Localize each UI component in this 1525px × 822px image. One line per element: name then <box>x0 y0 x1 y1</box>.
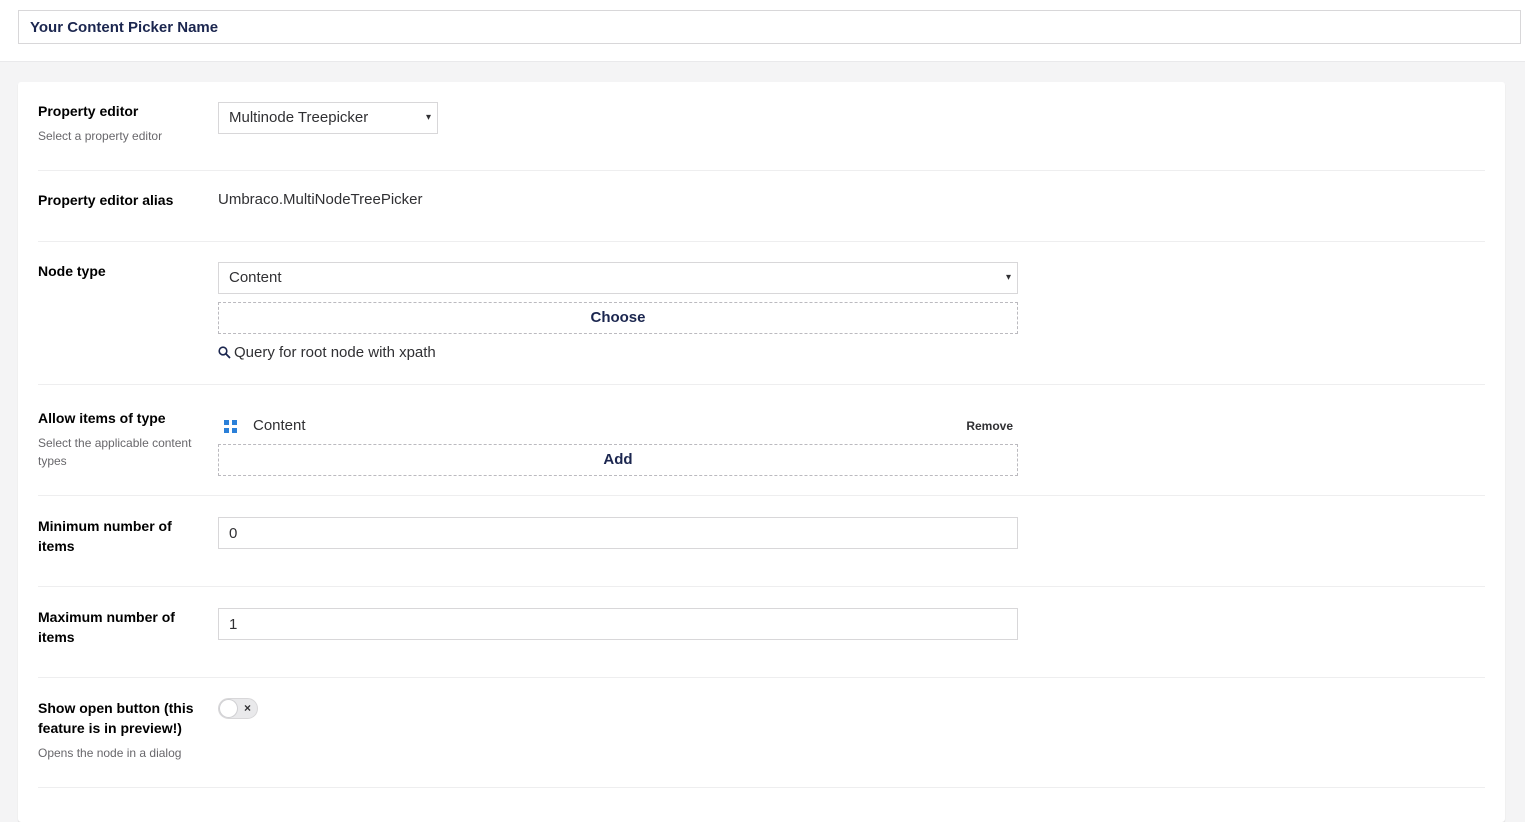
chevron-down-icon: ▾ <box>425 112 431 123</box>
remove-button[interactable]: Remove <box>966 415 1013 437</box>
close-icon: × <box>243 701 251 715</box>
chevron-down-icon: ▾ <box>1005 272 1011 283</box>
divider <box>38 384 1485 385</box>
add-button[interactable]: Add <box>218 444 1018 476</box>
property-editor-select[interactable]: Multinode Treepicker ▾ <box>218 102 438 134</box>
node-type-selected: Content <box>229 269 282 286</box>
query-xpath-label: Query for root node with xpath <box>234 344 436 361</box>
divider <box>38 170 1485 171</box>
divider <box>38 787 1485 788</box>
allowed-type-item: Content Remove <box>218 415 1018 437</box>
choose-button[interactable]: Choose <box>218 302 1018 334</box>
settings-panel: Property editor Select a property editor… <box>18 82 1505 822</box>
property-editor-selected: Multinode Treepicker <box>229 109 369 126</box>
node-type-select[interactable]: Content ▾ <box>218 262 1018 294</box>
query-xpath-link[interactable]: Query for root node with xpath <box>218 343 436 363</box>
divider <box>38 586 1485 587</box>
node-type-label: Node type <box>38 263 106 279</box>
show-open-button-label: Show open button (this feature is in pre… <box>38 700 194 736</box>
minimum-items-label: Minimum number of items <box>38 518 172 554</box>
divider <box>38 677 1485 678</box>
show-open-button-toggle[interactable]: × <box>218 698 258 719</box>
search-icon <box>218 346 231 359</box>
divider <box>38 495 1485 496</box>
show-open-button-description: Opens the node in a dialog <box>38 746 182 760</box>
property-editor-description: Select a property editor <box>38 129 163 143</box>
datatype-name-input[interactable] <box>18 10 1521 44</box>
divider <box>38 241 1485 242</box>
grid-icon <box>224 420 237 433</box>
property-editor-alias-value: Umbraco.MultiNodeTreePicker <box>218 191 423 208</box>
maximum-items-label: Maximum number of items <box>38 609 175 645</box>
allow-items-label: Allow items of type <box>38 410 166 426</box>
header-bar <box>0 0 1525 62</box>
allow-items-description: Select the applicable content types <box>38 436 192 468</box>
maximum-items-input[interactable] <box>218 608 1018 640</box>
allowed-type-name: Content <box>253 417 306 434</box>
property-editor-alias-label: Property editor alias <box>38 192 174 208</box>
minimum-items-input[interactable] <box>218 517 1018 549</box>
property-editor-label: Property editor <box>38 103 139 119</box>
toggle-knob <box>220 700 237 717</box>
